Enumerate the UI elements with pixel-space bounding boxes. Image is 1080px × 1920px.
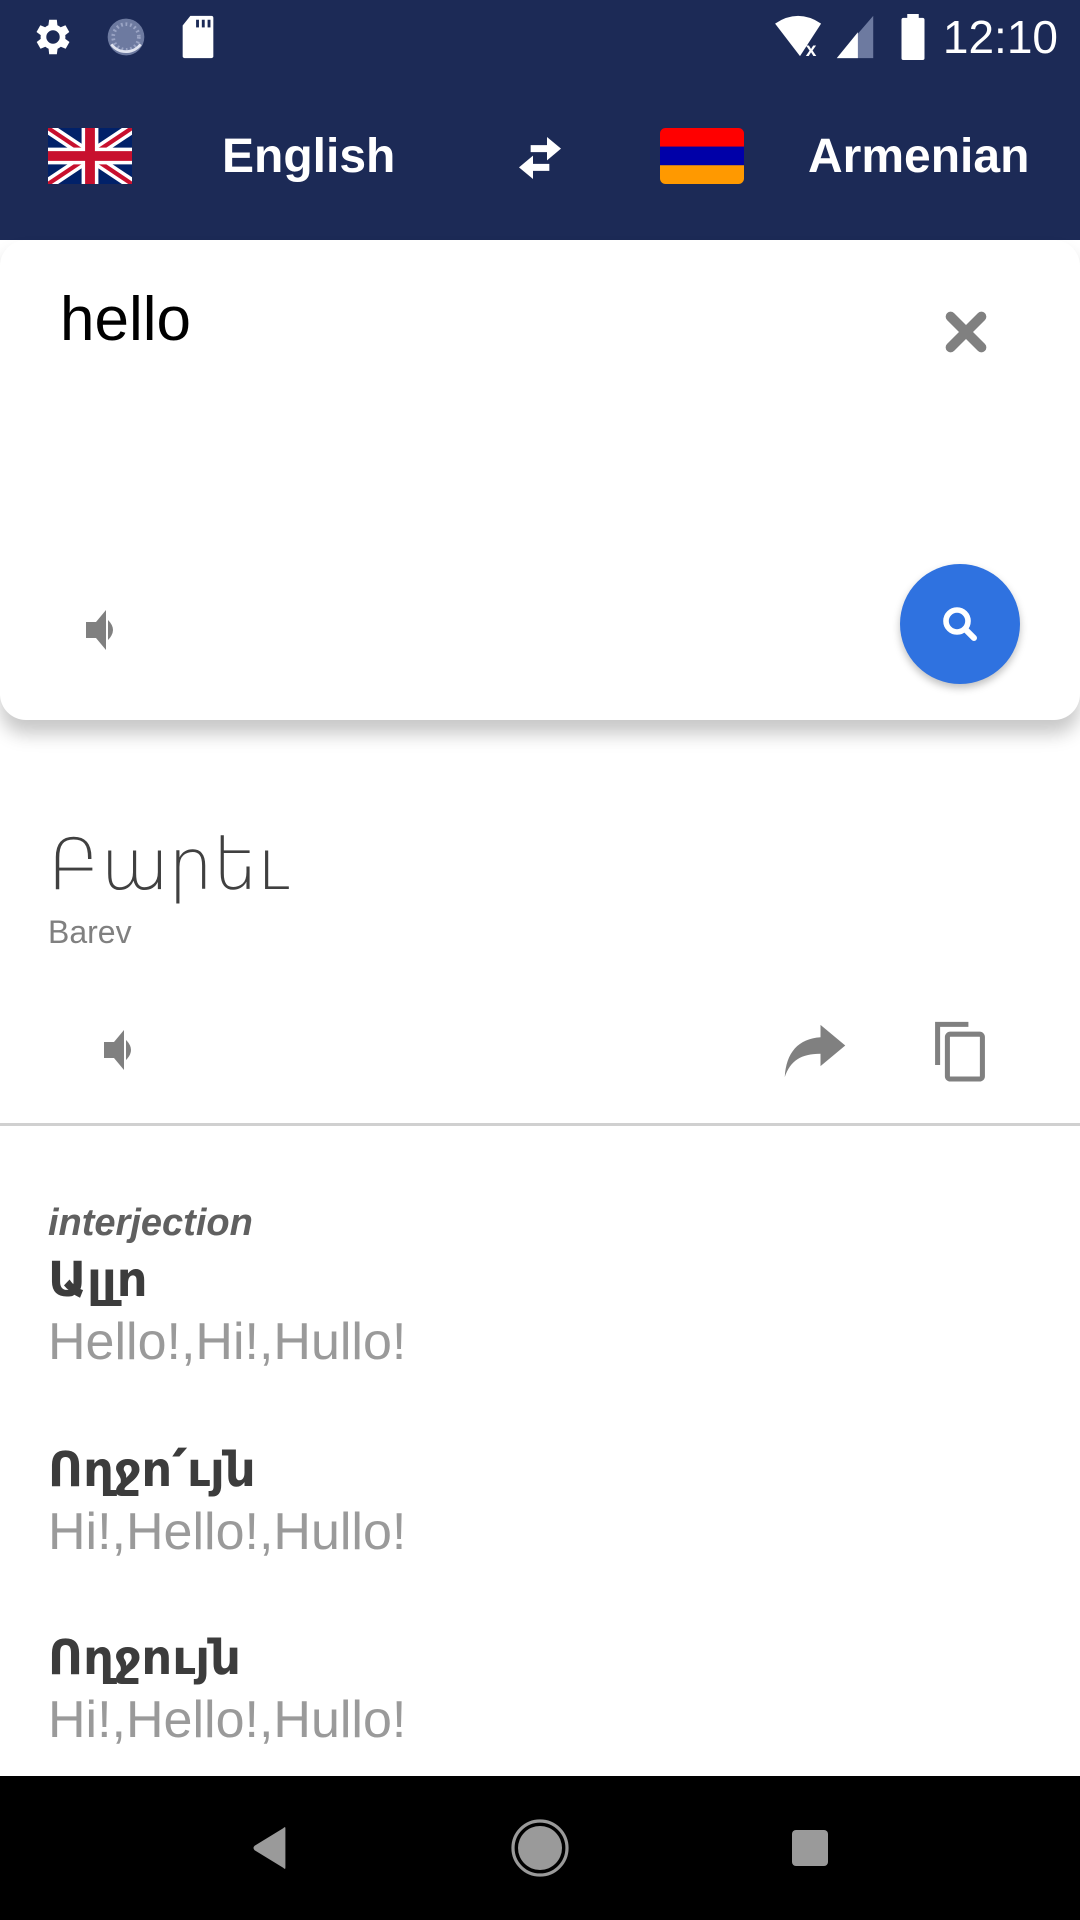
sync-icon xyxy=(107,18,145,56)
entry-word: Ողջույն xyxy=(48,1630,241,1686)
app-header: x 12:10 English Armenian xyxy=(0,0,1080,240)
input-card: hello xyxy=(0,240,1080,720)
target-language[interactable]: Armenian xyxy=(808,128,1029,186)
source-language[interactable]: English xyxy=(222,128,395,186)
share-icon[interactable] xyxy=(782,1022,848,1080)
back-icon[interactable] xyxy=(250,1826,290,1870)
entry-gloss: Hi!,Hello!,Hullo! xyxy=(48,1503,407,1561)
search-button[interactable] xyxy=(900,564,1020,684)
translation-text: Բարեւ xyxy=(48,824,291,906)
settings-icon xyxy=(36,19,70,55)
armenia-flag-icon[interactable] xyxy=(660,128,744,184)
swap-icon[interactable] xyxy=(512,134,568,182)
entry-word: Ողջո՛ւյն xyxy=(48,1442,256,1498)
recents-icon[interactable] xyxy=(790,1828,830,1868)
navigation-bar xyxy=(0,1776,1080,1920)
entry-word: Ալլո xyxy=(48,1252,148,1308)
search-icon xyxy=(943,607,977,641)
list-item[interactable]: Ալլո Hello!,Hi!,Hullo! xyxy=(0,1250,1080,1380)
svg-text:x: x xyxy=(806,40,817,60)
list-item[interactable]: Ողջո՛ւյն Hi!,Hello!,Hullo! xyxy=(0,1440,1080,1570)
transliteration-text: Barev xyxy=(48,914,132,950)
battery-icon xyxy=(901,14,925,60)
speaker-icon[interactable] xyxy=(98,1026,142,1074)
uk-flag-icon[interactable] xyxy=(48,128,132,184)
copy-icon[interactable] xyxy=(932,1020,988,1082)
part-of-speech-label: interjection xyxy=(48,1202,253,1244)
entry-gloss: Hello!,Hi!,Hullo! xyxy=(48,1313,407,1371)
entry-gloss: Hi!,Hello!,Hullo! xyxy=(48,1691,407,1749)
source-text-input[interactable]: hello xyxy=(60,282,191,358)
speaker-icon[interactable] xyxy=(80,606,124,654)
signal-icon xyxy=(836,15,874,59)
divider xyxy=(0,1123,1080,1126)
status-time: 12:10 xyxy=(942,11,1058,63)
close-icon[interactable] xyxy=(944,310,988,354)
sd-card-icon xyxy=(182,15,214,59)
wifi-off-icon: x xyxy=(775,15,822,60)
list-item[interactable]: Ողջույն Hi!,Hello!,Hullo! xyxy=(0,1628,1080,1758)
home-icon[interactable] xyxy=(510,1818,570,1878)
